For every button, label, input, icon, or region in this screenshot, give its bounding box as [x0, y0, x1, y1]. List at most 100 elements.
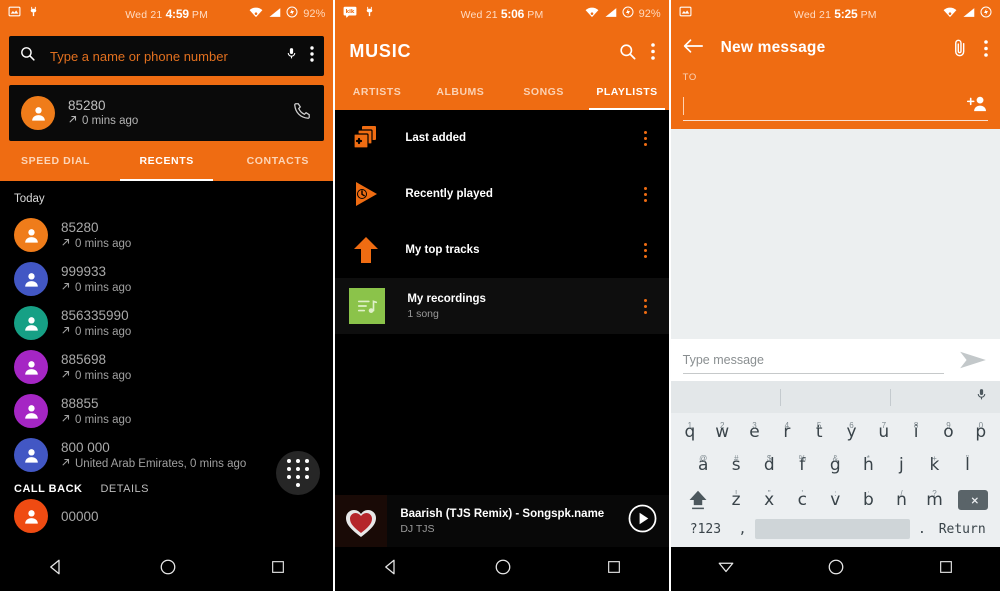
search-icon[interactable] — [618, 42, 637, 61]
recent-apps-icon[interactable] — [270, 559, 286, 580]
to-input-row[interactable] — [682, 89, 988, 121]
tab-speed-dial[interactable]: SPEED DIAL — [0, 141, 111, 181]
key-r[interactable]: 4r — [771, 422, 803, 442]
details-button[interactable]: DETAILS — [100, 483, 149, 495]
status-ampm: PM — [527, 9, 544, 21]
list-item[interactable]: My recordings 1 song — [335, 278, 669, 334]
home-icon[interactable] — [494, 558, 512, 581]
key-i[interactable]: 8i — [900, 422, 932, 442]
tab-artists[interactable]: ARTISTS — [335, 74, 418, 110]
table-row[interactable]: 856335990 0 mins ago — [0, 301, 333, 345]
playlists-list[interactable]: Last added Recently played My top tracks… — [335, 110, 669, 495]
key-k[interactable]: + k — [918, 455, 951, 475]
phone-handset-icon[interactable] — [293, 101, 312, 125]
overflow-menu-icon[interactable] — [637, 130, 655, 146]
messaging-status-bar: Wed 21 5:25 PM — [670, 0, 1000, 28]
key-h[interactable]: * h — [852, 455, 885, 475]
table-row[interactable]: 999933 0 mins ago — [0, 257, 333, 301]
key-alt-label: $ — [767, 454, 772, 463]
back-arrow-icon[interactable] — [683, 38, 703, 59]
active-call-card[interactable]: 85280 0 mins ago — [9, 85, 325, 141]
key-t[interactable]: 5t — [803, 422, 835, 442]
symbols-key[interactable]: ?123 — [681, 522, 731, 537]
play-circle-icon[interactable] — [628, 504, 657, 538]
tab-songs[interactable]: SONGS — [502, 74, 585, 110]
key-b[interactable]: ; b — [852, 489, 885, 510]
conversation-body — [670, 129, 1000, 339]
tab-contacts[interactable]: CONTACTS — [222, 141, 333, 181]
key-c[interactable]: ' c — [786, 489, 819, 510]
list-item[interactable]: My top tracks — [335, 222, 668, 278]
key-x[interactable]: " x — [753, 489, 786, 510]
key-p[interactable]: 0p — [965, 422, 997, 442]
now-playing-bar[interactable]: Baarish (TJS Remix) - Songspk.name DJ TJ… — [335, 495, 669, 547]
table-row[interactable]: 885698 0 mins ago — [0, 345, 333, 389]
microphone-icon[interactable] — [975, 386, 988, 408]
tab-albums[interactable]: ALBUMS — [419, 74, 502, 110]
outgoing-call-icon — [61, 456, 71, 472]
suggestion-strip[interactable] — [670, 381, 1000, 413]
shift-key[interactable] — [677, 489, 720, 511]
table-row[interactable]: 85280 0 mins ago — [0, 213, 333, 257]
key-alt-label: 7 — [881, 421, 887, 430]
key-j[interactable]: -j — [885, 454, 918, 475]
to-label: TO — [682, 72, 697, 83]
key-alt-label: - — [900, 454, 903, 463]
home-icon[interactable] — [827, 558, 845, 581]
key-d[interactable]: $ d — [753, 454, 786, 475]
key-alt-label: 1 — [687, 421, 693, 430]
overflow-menu-icon[interactable] — [637, 242, 655, 258]
list-item[interactable]: Recently played — [335, 166, 668, 222]
tab-playlists[interactable]: PLAYLISTS — [585, 74, 668, 110]
recents-list[interactable]: Today 85280 0 mins ago 999933 0 mins ago — [0, 181, 334, 547]
return-key[interactable]: Return — [934, 522, 990, 537]
key-e[interactable]: 3e — [738, 422, 770, 442]
period-key[interactable]: . — [910, 522, 935, 537]
overflow-menu-icon[interactable] — [310, 45, 315, 67]
tab-recents[interactable]: RECENTS — [111, 141, 222, 181]
space-key[interactable] — [754, 519, 910, 539]
key-q[interactable]: 1q — [674, 421, 706, 442]
key-f[interactable]: % f — [786, 454, 819, 475]
microphone-icon[interactable] — [285, 45, 298, 67]
key-g[interactable]: & g — [819, 455, 852, 475]
comma-key[interactable]: , — [730, 522, 755, 537]
home-icon[interactable] — [159, 558, 177, 581]
recent-number: 88855 — [61, 395, 99, 411]
list-item[interactable]: Last added — [335, 110, 668, 166]
key-y[interactable]: 6y — [835, 422, 867, 442]
recent-number: 856335990 — [61, 307, 129, 323]
overflow-menu-icon[interactable] — [650, 42, 655, 60]
paperclip-icon[interactable] — [953, 39, 968, 58]
key-a[interactable]: @ a — [687, 455, 720, 475]
recent-apps-icon[interactable] — [938, 559, 954, 580]
key-o[interactable]: 9o — [932, 422, 964, 442]
key-w[interactable]: 2w — [706, 422, 738, 442]
overflow-menu-icon[interactable] — [637, 186, 655, 202]
key-z[interactable]: ! z — [720, 489, 753, 510]
key-alt-label: % — [798, 454, 806, 463]
message-input[interactable]: Type message — [682, 347, 944, 374]
key-l[interactable]: " l — [951, 455, 984, 475]
send-icon[interactable] — [958, 349, 988, 371]
key-m[interactable]: ? m — [918, 489, 951, 510]
recent-apps-icon[interactable] — [606, 559, 622, 580]
table-row[interactable]: 00000 — [0, 499, 333, 533]
overflow-menu-icon[interactable] — [637, 298, 655, 314]
search-bar[interactable]: Type a name or phone number — [9, 36, 325, 76]
table-row[interactable]: 88855 0 mins ago — [0, 389, 333, 433]
dialpad-fab[interactable] — [276, 451, 321, 495]
key-n[interactable]: / n — [885, 489, 918, 510]
call-back-button[interactable]: CALL BACK — [14, 483, 82, 495]
key-u[interactable]: 7u — [868, 421, 900, 442]
back-icon[interactable] — [47, 558, 65, 581]
keyboard-down-icon[interactable] — [717, 559, 735, 580]
search-input[interactable]: Type a name or phone number — [36, 49, 285, 64]
outgoing-call-icon — [61, 280, 71, 296]
backspace-key[interactable] — [951, 490, 994, 510]
add-contact-icon[interactable] — [966, 95, 988, 117]
back-icon[interactable] — [382, 558, 400, 581]
key-s[interactable]: # s — [720, 455, 753, 475]
key-v[interactable]: :v — [819, 489, 852, 510]
overflow-menu-icon[interactable] — [984, 39, 988, 57]
